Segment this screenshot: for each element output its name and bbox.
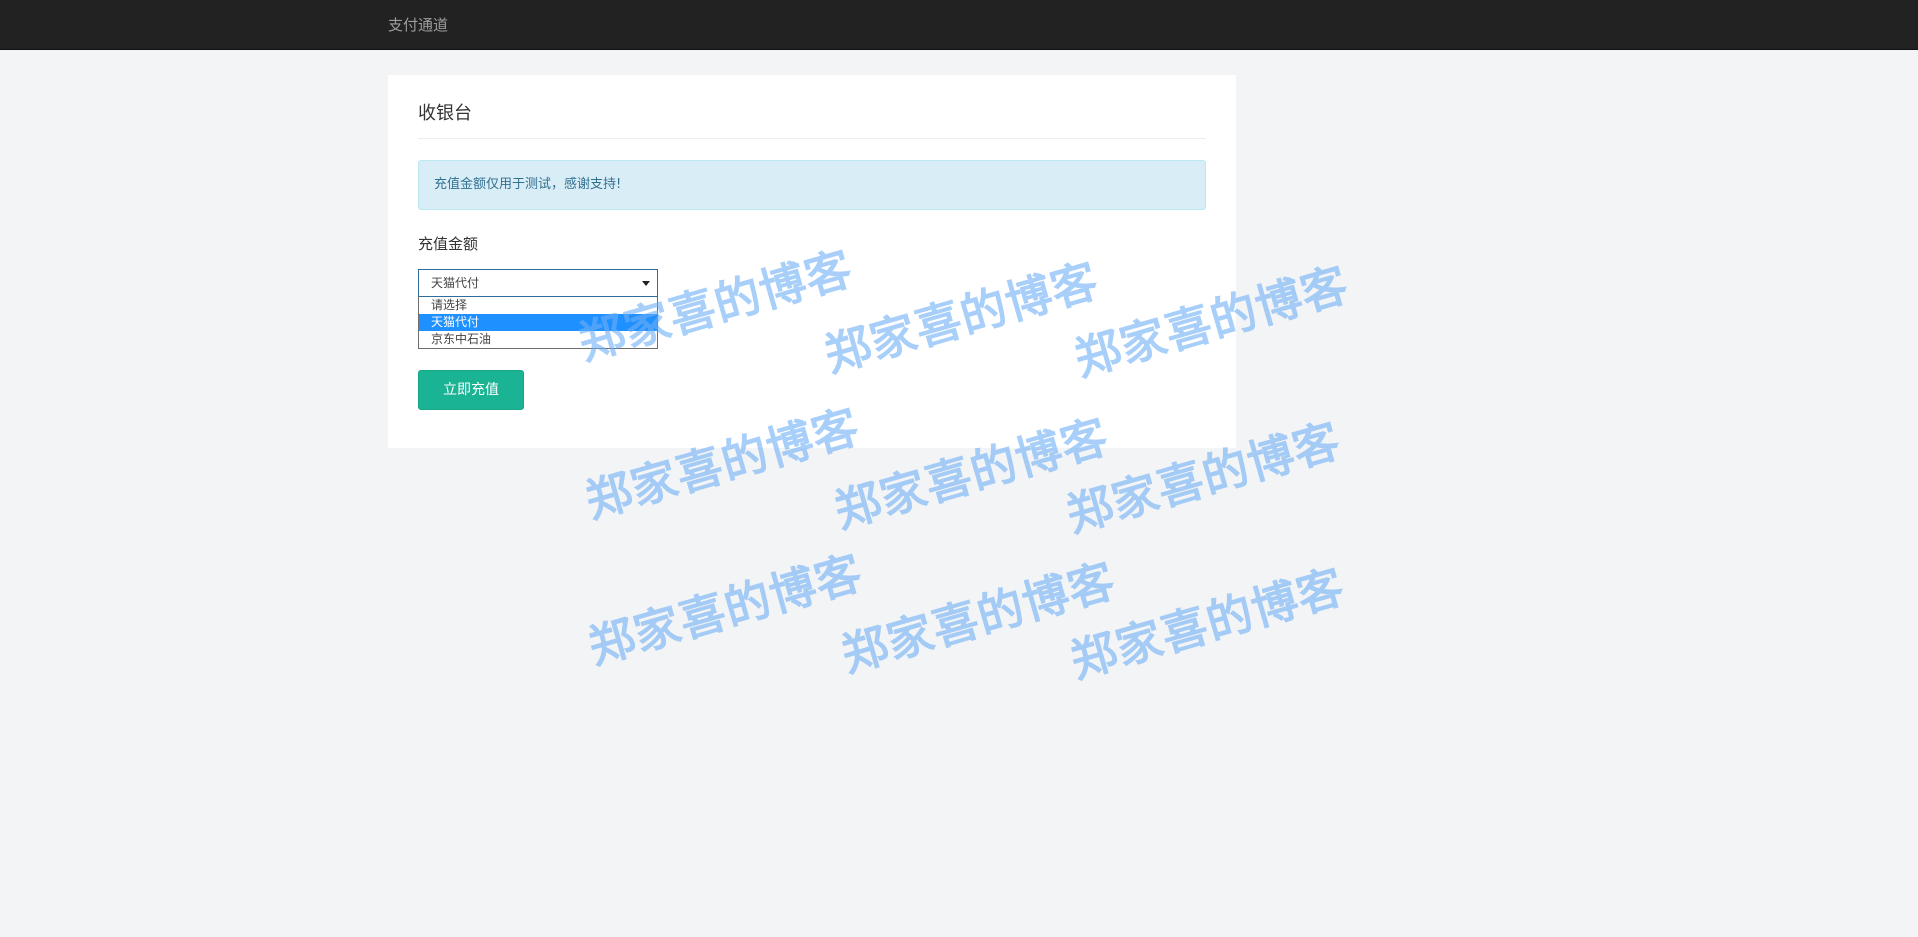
select-current-value: 天猫代付 [431, 276, 480, 290]
select-dropdown-list: 请选择 天猫代付 京东中石油 [418, 297, 658, 349]
watermark-text: 郑家喜的博客 [835, 552, 1122, 683]
payment-channel-select[interactable]: 天猫代付 [418, 269, 658, 297]
title-divider [418, 138, 1206, 139]
panel-title: 收银台 [418, 103, 472, 124]
info-alert: 充值金额仅用于测试，感谢支持! [418, 160, 1206, 210]
navbar-brand[interactable]: 支付通道 [388, 16, 448, 34]
select-option-jd-sinopec[interactable]: 京东中石油 [419, 331, 657, 348]
amount-label: 充值金额 [418, 235, 479, 253]
select-option-placeholder[interactable]: 请选择 [419, 297, 657, 314]
select-option-tmall[interactable]: 天猫代付 [419, 314, 657, 331]
watermark-text: 郑家喜的博客 [1064, 558, 1351, 689]
watermark-text: 郑家喜的博客 [582, 544, 869, 675]
top-navbar: 支付通道 [0, 0, 1918, 50]
alert-text: 充值金额仅用于测试，感谢支持! [434, 177, 622, 192]
chevron-down-icon [642, 281, 650, 286]
recharge-button[interactable]: 立即充值 [418, 370, 524, 410]
checkout-panel: 收银台 充值金额仅用于测试，感谢支持! 充值金额 天猫代付 请选择 天猫代付 京… [388, 75, 1236, 448]
